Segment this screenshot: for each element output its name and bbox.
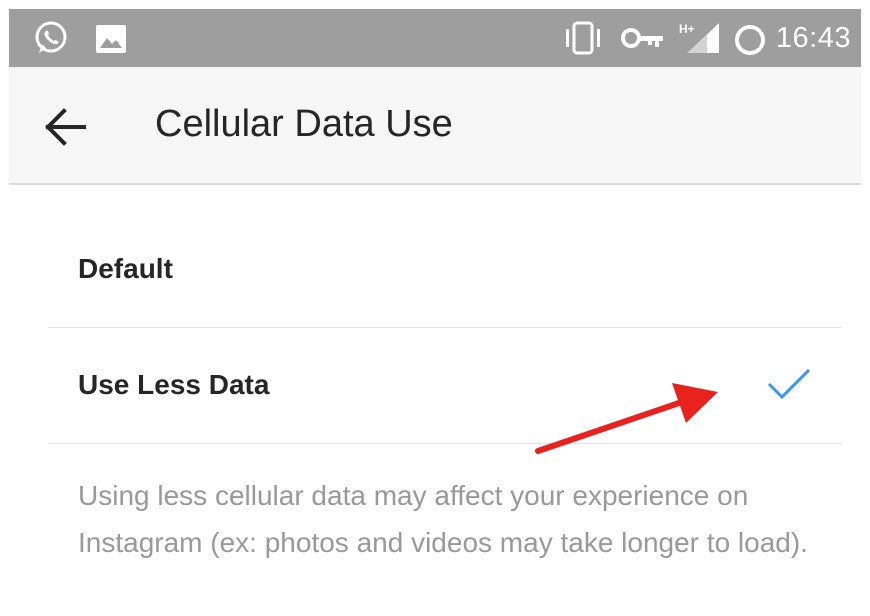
back-button[interactable] [39, 101, 91, 153]
description-text: Using less cellular data may affect your… [78, 480, 808, 558]
vpn-key-icon [621, 27, 665, 54]
app-bar: Cellular Data Use [9, 67, 861, 185]
network-type-label: H+ [679, 22, 695, 36]
frame-border-right [861, 0, 870, 616]
page-title: Cellular Data Use [155, 103, 453, 145]
arrow-left-icon [45, 108, 86, 146]
option-default[interactable]: Default [48, 211, 842, 328]
option-use-less-data[interactable]: Use Less Data [48, 327, 842, 444]
check-icon [766, 367, 812, 406]
signal-hplus-icon: H+ [677, 19, 721, 62]
image-icon [95, 24, 127, 59]
option-label-default: Default [78, 253, 173, 284]
frame-border-left [0, 0, 9, 616]
status-bar: H+ 16:43 [9, 9, 861, 67]
status-time: 16:43 [775, 22, 851, 54]
option-label-use-less-data: Use Less Data [78, 369, 270, 400]
vibrate-icon [561, 21, 605, 60]
whatsapp-icon [33, 20, 69, 61]
sync-icon [733, 23, 767, 62]
